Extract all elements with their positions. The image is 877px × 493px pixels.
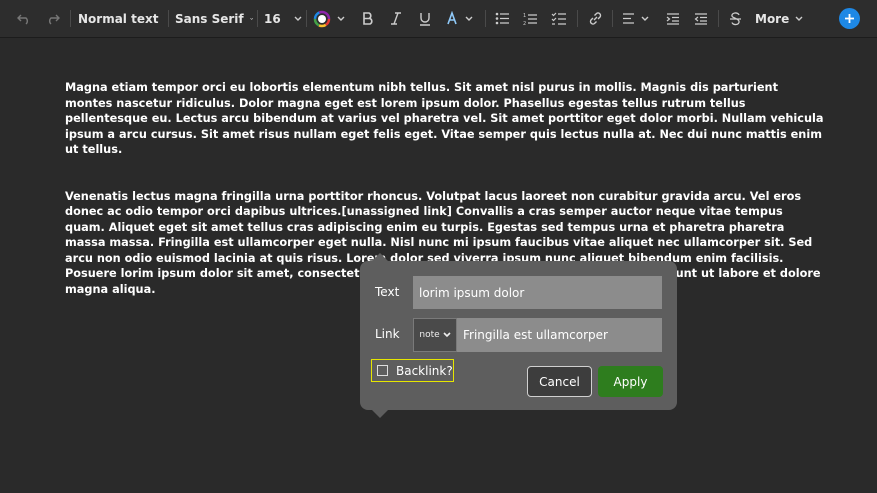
chevron-down-icon [337,16,345,21]
backlink-toggle[interactable]: Backlink? [371,359,454,382]
font-size-label: 16 [264,11,281,26]
backlink-label: Backlink? [396,363,453,378]
chevron-down-icon [465,16,473,21]
link-text-input[interactable]: lorim ipsum dolor [413,276,662,309]
underline-button[interactable] [416,0,434,37]
bullet-list-button[interactable] [493,0,511,37]
align-dropdown[interactable] [622,0,656,37]
text-color-dropdown[interactable] [313,0,351,37]
link-button[interactable] [586,0,604,37]
outdent-icon [694,12,707,25]
bold-button[interactable] [359,0,377,37]
plus-icon [845,14,854,23]
add-button[interactable] [839,8,860,29]
highlighter-icon [447,11,457,25]
highlight-dropdown[interactable] [446,0,480,37]
checklist-icon [551,12,566,25]
block-style-label: Normal text [78,11,159,26]
italic-icon [391,12,401,25]
checklist-button[interactable] [550,0,568,37]
undo-icon[interactable] [15,0,33,37]
font-family-label: Sans Serif [175,11,244,26]
backlink-checkbox[interactable] [377,365,388,376]
color-wheel-icon [313,10,331,27]
indent-button[interactable] [664,0,682,37]
link-field-label: Link [375,327,400,341]
link-type-select[interactable]: note [413,318,457,352]
toolbar-divider [485,10,486,27]
toolbar-divider [306,10,307,27]
link-icon [589,12,601,25]
svg-text:2: 2 [523,21,526,26]
link-target-input[interactable]: Fringilla est ullamcorper [457,318,662,352]
cancel-button[interactable]: Cancel [527,366,592,397]
chevron-down-icon [641,16,649,21]
chevron-down-icon [443,332,451,338]
chevron-down-icon [249,17,253,20]
link-type-value: note [419,330,440,340]
text-field-label: Text [375,285,400,299]
indent-icon [666,12,679,25]
font-family-dropdown[interactable]: Sans Serif [175,0,253,37]
numbered-list-icon: 12 [523,13,537,26]
toolbar-divider [577,10,578,27]
chevron-down-icon [294,16,302,21]
toolbar-divider [718,10,719,27]
italic-button[interactable] [387,0,405,37]
chevron-down-icon [795,16,803,21]
toolbar-divider [168,10,169,27]
toolbar: Normal text Sans Serif 16 1 2 More [0,0,877,38]
toolbar-divider [257,10,258,27]
strikethrough-button[interactable] [726,0,744,37]
more-label: More [755,11,790,26]
more-dropdown[interactable]: More [755,0,805,37]
redo-icon[interactable] [44,0,62,37]
align-left-icon [623,13,634,24]
toolbar-divider [70,10,71,27]
bullet-list-icon [495,12,509,25]
apply-button[interactable]: Apply [598,366,663,397]
strikethrough-icon [729,11,741,25]
numbered-list-button[interactable]: 12 [521,0,539,37]
paragraph[interactable]: Magna etiam tempor orci eu lobortis elem… [65,80,825,158]
underline-icon [420,12,430,26]
block-style-dropdown[interactable]: Normal text [78,0,162,37]
font-size-dropdown[interactable]: 16 [264,0,304,37]
svg-text:1: 1 [523,13,526,19]
toolbar-divider [612,10,613,27]
bold-icon [363,12,373,25]
outdent-button[interactable] [692,0,710,37]
popup-pointer [371,409,389,418]
